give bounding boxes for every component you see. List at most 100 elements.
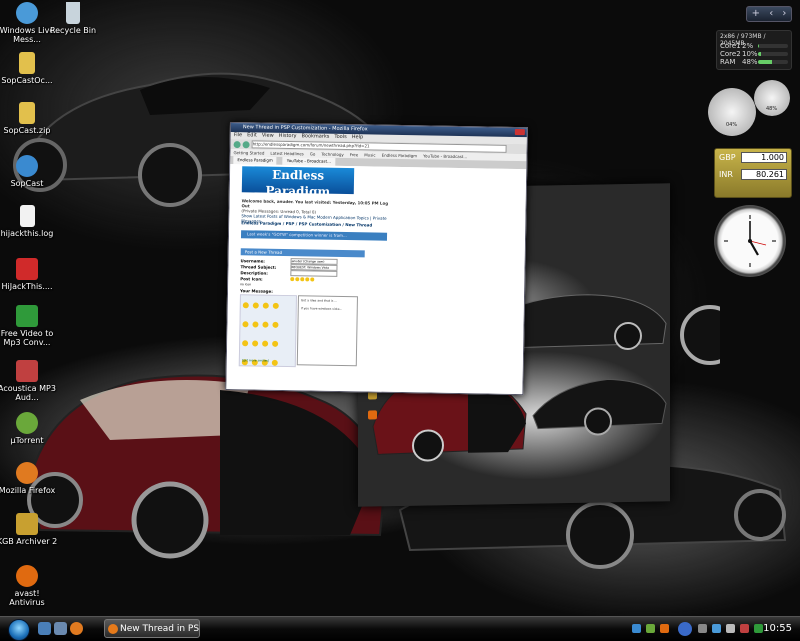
header-side-info: [456, 170, 516, 195]
desktop-icon-free-video-to-mp3[interactable]: Free Video to Mp3 Conv...: [0, 305, 58, 347]
desktop-icon-sopcast-zip[interactable]: SopCast.zip: [0, 102, 58, 135]
sidebar-prev-button[interactable]: ‹: [769, 7, 773, 21]
start-button[interactable]: [8, 619, 30, 641]
tray-app-icon[interactable]: [646, 624, 655, 633]
hijackthis-icon: [16, 258, 38, 280]
tray-app-icon[interactable]: [632, 624, 641, 633]
firefox-icon: [108, 624, 118, 634]
clock-face-icon: [724, 215, 776, 267]
smiley-icon[interactable]: [252, 302, 259, 309]
smiley-icon[interactable]: [272, 302, 279, 309]
switch-windows-icon[interactable]: [54, 622, 67, 635]
currency-gadget[interactable]: GBP 1.000 INR 80.261: [714, 148, 792, 198]
bookmark-endless-paradigm[interactable]: Endless Paradigm: [382, 152, 418, 160]
windows-sidebar: + ‹ › 2x86 / 973MB / 2045MB Core1 2% Cor…: [688, 0, 800, 616]
sidebar-next-button[interactable]: ›: [782, 7, 786, 21]
show-desktop-icon[interactable]: [38, 622, 51, 635]
ram-bar: [758, 60, 788, 64]
smiley-icon[interactable]: [262, 302, 269, 309]
currency-row-inr: INR 80.261: [715, 163, 791, 180]
cpu-meter-header: 2x86 / 973MB / 2045MB: [720, 33, 766, 47]
avast-icon: [16, 565, 38, 587]
new-thread-form-header: Post a New Thread: [240, 248, 365, 258]
menu-help[interactable]: Help: [352, 134, 364, 141]
system-tray: 10:55: [620, 619, 800, 639]
firefox-window[interactable]: New Thread in PSP Customization - Mozill…: [225, 122, 528, 396]
desktop-icon-hijackthis-log[interactable]: hijackthis.log: [0, 205, 58, 238]
menu-file[interactable]: File: [234, 132, 242, 139]
tray-app-icon[interactable]: [740, 624, 749, 633]
sidebar-controls: + ‹ ›: [746, 6, 792, 22]
smiley-icon[interactable]: [262, 321, 269, 328]
description-input[interactable]: [290, 270, 338, 277]
smiley-icon[interactable]: [252, 340, 259, 347]
desktop-icon-utorrent[interactable]: µTorrent: [0, 412, 58, 445]
utorrent-icon: [16, 412, 38, 434]
tray-app-icon[interactable]: [698, 624, 707, 633]
cpu-gauge-value: 04%: [726, 122, 738, 128]
volume-icon[interactable]: [726, 624, 735, 633]
desktop-icon-sopcastoc[interactable]: SopCastOc...: [0, 52, 58, 85]
folder-icon: [19, 52, 35, 74]
menu-view[interactable]: View: [262, 133, 274, 140]
desktop-icon-avast[interactable]: avast! Antivirus: [0, 565, 58, 607]
smiley-icon[interactable]: [271, 359, 278, 366]
bookmark-youtube[interactable]: YouTube - Broadcast...: [423, 152, 467, 160]
site-banner[interactable]: Endless Paradigm Hurry at last.: [241, 166, 355, 206]
announcement-bar: Last week's "GOTW" competition winner is…: [240, 230, 388, 241]
media-play-icon[interactable]: [678, 622, 692, 636]
forward-icon[interactable]: [242, 140, 250, 148]
desktop-icon-kgb-archiver[interactable]: KGB Archiver 2: [0, 513, 58, 546]
cpu-gauge-gadget[interactable]: 04% 48%: [704, 80, 794, 140]
tray-app-icon[interactable]: [754, 624, 763, 633]
post-icon-selector[interactable]: [290, 277, 315, 282]
cpu-row-core2: Core2 10%: [720, 50, 788, 58]
currency-inr-value[interactable]: 80.261: [741, 169, 787, 180]
cpu-gauge-icon: [708, 88, 756, 136]
network-icon[interactable]: [712, 624, 721, 633]
smiley-icon[interactable]: [242, 340, 249, 347]
smiley-icon[interactable]: [242, 302, 249, 309]
get-more-smilies-link[interactable]: [get more smilies]: [242, 358, 269, 362]
taskbar-button-firefox[interactable]: New Thread in PSP ...: [104, 619, 200, 638]
message-textarea[interactable]: Got a idea and that is ... if you have w…: [296, 295, 358, 367]
acoustica-icon: [16, 360, 38, 382]
close-icon[interactable]: [514, 128, 525, 136]
smiley-icon[interactable]: [242, 321, 249, 328]
menu-bookmarks[interactable]: Bookmarks: [301, 133, 329, 140]
bookmark-free[interactable]: Free: [350, 151, 359, 158]
clock-gadget[interactable]: [714, 205, 786, 277]
smiley-icon[interactable]: [262, 340, 269, 347]
recycle-bin-icon: [66, 2, 80, 24]
cpu-row-core1: Core1 2%: [720, 42, 788, 50]
currency-gbp-value[interactable]: 1.000: [741, 152, 787, 163]
desktop-icon-recycle-bin[interactable]: Recycle Bin: [42, 2, 104, 35]
menu-history[interactable]: History: [279, 133, 297, 140]
core2-bar: [758, 52, 788, 56]
no-icon-radio[interactable]: no icon: [240, 282, 251, 286]
breadcrumb[interactable]: Endless Paradigm / PSP / PSP Customizati…: [241, 220, 372, 227]
firefox-icon: [16, 462, 38, 484]
add-gadget-button[interactable]: +: [752, 7, 760, 21]
tray-app-icon[interactable]: [660, 624, 669, 633]
bookmark-music[interactable]: Music: [364, 151, 376, 158]
taskbar-clock[interactable]: 10:55: [763, 623, 792, 634]
menu-tools[interactable]: Tools: [334, 134, 346, 141]
firefox-quicklaunch-icon[interactable]: [70, 622, 83, 635]
sopcast-icon: [16, 155, 38, 177]
smiley-icon[interactable]: [272, 321, 279, 328]
desktop-icon-sopcast[interactable]: SopCast: [0, 155, 58, 188]
desktop-icon-acoustica[interactable]: Acoustica MP3 Aud...: [0, 360, 58, 402]
desktop-icon-mozilla-firefox[interactable]: Mozilla Firefox: [0, 462, 58, 495]
back-icon[interactable]: [233, 140, 241, 148]
currency-row-gbp: GBP 1.000: [715, 149, 791, 163]
menu-edit[interactable]: Edit: [247, 132, 257, 139]
smiley-icon[interactable]: [272, 340, 279, 347]
smiley-icon[interactable]: [252, 321, 259, 328]
preview-icon-avast: [362, 410, 382, 420]
taskbar: New Thread in PSP ... 10:55: [0, 616, 800, 641]
desktop-icon-hijackthis[interactable]: HiJackThis....: [0, 258, 58, 291]
video-converter-icon: [16, 305, 38, 327]
page-content: Endless Paradigm Hurry at last. Welcome …: [226, 164, 527, 395]
cpu-meter-gadget[interactable]: 2x86 / 973MB / 2045MB Core1 2% Core2 10%…: [716, 30, 792, 70]
